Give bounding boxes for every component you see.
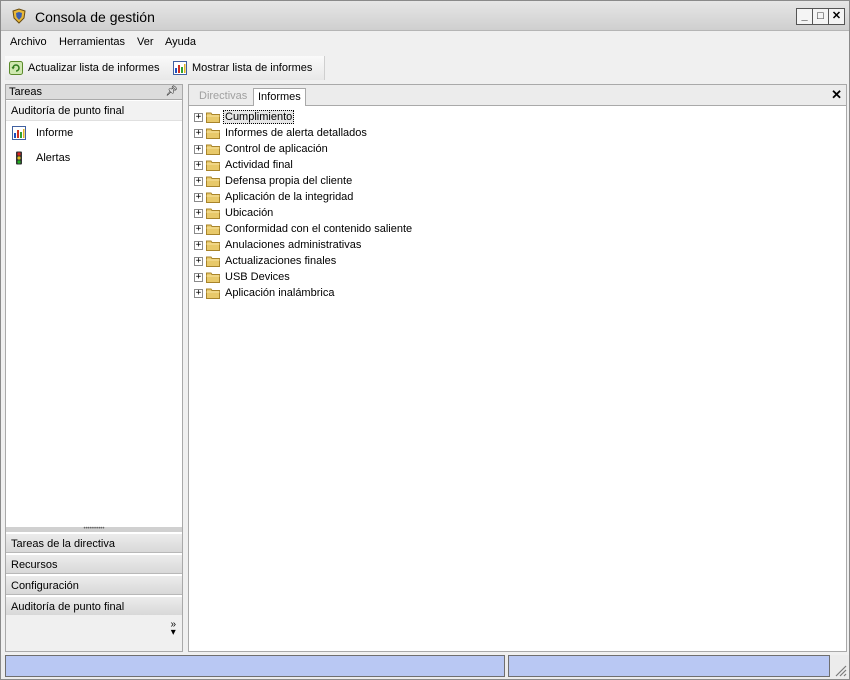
task-item-label: Informe	[36, 127, 74, 139]
tree-item-label: Aplicación de la integridad	[225, 191, 354, 203]
tree-item[interactable]: + Actividad final	[194, 157, 293, 173]
expand-icon[interactable]: +	[194, 176, 203, 186]
tree-item[interactable]: + Defensa propia del cliente	[194, 173, 352, 189]
close-button[interactable]: ✕	[828, 8, 845, 25]
nav-auditoria[interactable]: Auditoría de punto final	[6, 596, 182, 616]
expand-icon[interactable]: +	[194, 224, 203, 234]
tree-item-label: Informes de alerta detallados	[225, 127, 367, 139]
task-item-informe[interactable]: Informe	[12, 124, 73, 142]
tree-item-label: Anulaciones administrativas	[225, 239, 362, 251]
show-reports-button[interactable]: Mostrar lista de informes	[173, 60, 312, 76]
menu-bar: Archivo Herramientas Ver Ayuda	[1, 32, 849, 52]
tree-item[interactable]: + USB Devices	[194, 269, 290, 285]
nav-recursos[interactable]: Recursos	[6, 554, 182, 574]
tasks-panel-title: Tareas	[9, 86, 43, 98]
tree-item[interactable]: + Actualizaciones finales	[194, 253, 336, 269]
menu-herramientas[interactable]: Herramientas	[59, 36, 125, 48]
maximize-button[interactable]: □	[812, 8, 829, 25]
nav-label: Configuración	[11, 580, 79, 592]
status-pane-main	[5, 655, 505, 677]
tree-item-label: Conformidad con el contenido saliente	[225, 223, 413, 235]
expand-icon[interactable]: +	[194, 256, 203, 266]
expand-icon[interactable]: +	[194, 272, 203, 282]
folder-icon	[206, 208, 220, 219]
tree-item-label: USB Devices	[225, 271, 290, 283]
minimize-button[interactable]: _	[796, 8, 813, 25]
tree-item[interactable]: + Cumplimiento	[194, 109, 295, 125]
toolbar: Actualizar lista de informes Mostrar lis…	[5, 56, 325, 80]
tree-item[interactable]: + Aplicación de la integridad	[194, 189, 353, 205]
report-chart-icon	[173, 61, 187, 75]
menu-ayuda[interactable]: Ayuda	[165, 36, 196, 48]
window-title: Consola de gestión	[35, 9, 155, 25]
nav-configuracion[interactable]: Configuración	[6, 575, 182, 595]
folder-icon	[206, 128, 220, 139]
panel-splitter[interactable]: ••••••••••	[6, 526, 182, 532]
refresh-reports-label: Actualizar lista de informes	[28, 62, 160, 74]
tree-item-label: Aplicación inalámbrica	[225, 287, 335, 299]
tree-item[interactable]: + Anulaciones administrativas	[194, 237, 361, 253]
task-item-alertas[interactable]: Alertas	[12, 149, 70, 167]
tree-item[interactable]: + Conformidad con el contenido saliente	[194, 221, 412, 237]
tab-informes[interactable]: Informes	[253, 88, 306, 106]
tree-item-label: Control de aplicación	[225, 143, 328, 155]
tasks-panel: Tareas 📌︎ Auditoría de punto final Infor…	[5, 84, 183, 652]
status-pane-secondary	[508, 655, 830, 677]
nav-overflow-area: » ▾	[6, 615, 182, 651]
close-icon[interactable]: ✕	[831, 87, 842, 103]
tree-item-label: Actividad final	[225, 159, 293, 171]
tree-item[interactable]: + Control de aplicación	[194, 141, 328, 157]
section-title: Auditoría de punto final	[6, 101, 182, 121]
shield-app-icon	[12, 8, 26, 24]
show-reports-label: Mostrar lista de informes	[192, 62, 313, 74]
tab-directivas[interactable]: Directivas	[195, 88, 251, 106]
traffic-light-icon	[16, 151, 22, 165]
expand-icon[interactable]: +	[194, 128, 203, 138]
folder-icon	[206, 224, 220, 235]
folder-icon	[206, 288, 220, 299]
expand-icon[interactable]: +	[194, 144, 203, 154]
tree-item[interactable]: + Informes de alerta detallados	[194, 125, 367, 141]
folder-icon	[206, 160, 220, 171]
folder-icon	[206, 144, 220, 155]
resize-grip-icon[interactable]	[833, 663, 847, 677]
tree-item[interactable]: + Aplicación inalámbrica	[194, 285, 334, 301]
menu-archivo[interactable]: Archivo	[10, 36, 47, 48]
title-bar[interactable]: Consola de gestión _ □ ✕	[1, 1, 849, 31]
expand-icon[interactable]: +	[194, 208, 203, 218]
main-window: Consola de gestión _ □ ✕ Archivo Herrami…	[0, 0, 850, 680]
refresh-reports-button[interactable]: Actualizar lista de informes	[9, 60, 159, 76]
expand-icon[interactable]: +	[194, 192, 203, 202]
folder-icon	[206, 256, 220, 267]
tree-item-label: Defensa propia del cliente	[225, 175, 353, 187]
expand-icon[interactable]: +	[194, 160, 203, 170]
nav-tareas-directiva[interactable]: Tareas de la directiva	[6, 533, 182, 553]
menu-ver[interactable]: Ver	[137, 36, 154, 48]
folder-icon	[206, 112, 220, 123]
task-item-label: Alertas	[36, 152, 71, 164]
tree-item-label: Cumplimiento	[223, 110, 295, 124]
reports-panel: Directivas Informes ✕ + Cumplimiento + I…	[188, 84, 847, 652]
folder-icon	[206, 272, 220, 283]
tasks-panel-header: Tareas 📌︎	[6, 85, 182, 100]
section-title-label: Auditoría de punto final	[11, 105, 125, 117]
nav-label: Recursos	[11, 559, 58, 571]
folder-icon	[206, 176, 220, 187]
expand-icon[interactable]: +	[194, 112, 203, 122]
folder-icon	[206, 192, 220, 203]
tree-item-label: Ubicación	[225, 207, 274, 219]
nav-label: Tareas de la directiva	[11, 538, 115, 550]
expand-icon[interactable]: +	[194, 240, 203, 250]
tree-item-label: Actualizaciones finales	[225, 255, 337, 267]
report-chart-icon	[12, 126, 26, 140]
nav-label: Auditoría de punto final	[11, 601, 125, 613]
tab-strip: Directivas Informes ✕	[189, 85, 846, 106]
refresh-icon	[9, 61, 23, 75]
pin-icon[interactable]: 📌︎	[165, 86, 178, 97]
tree-item[interactable]: + Ubicación	[194, 205, 273, 221]
folder-icon	[206, 240, 220, 251]
chevron-more-icon[interactable]: » ▾	[170, 620, 176, 638]
expand-icon[interactable]: +	[194, 288, 203, 298]
status-bar	[1, 655, 849, 679]
